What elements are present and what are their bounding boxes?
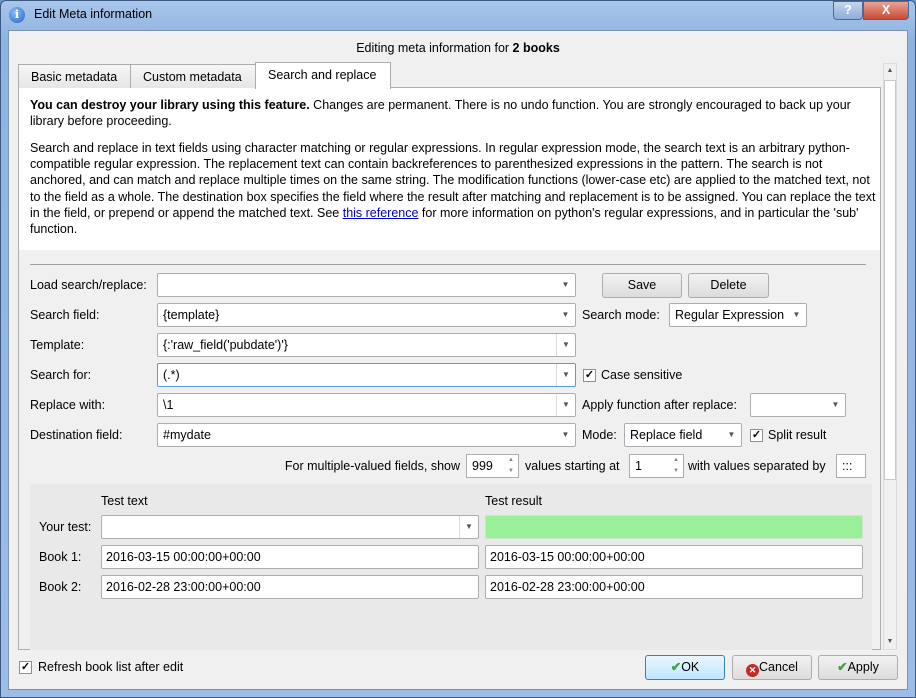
cancel-icon: ✕ bbox=[746, 664, 760, 677]
replace-label: Replace with: bbox=[30, 398, 106, 412]
apply-button[interactable]: ✔Apply bbox=[818, 655, 898, 680]
apply-function-combo[interactable]: ▼ bbox=[750, 393, 846, 417]
dialog-heading: Editing meta information for 2 books bbox=[0, 41, 916, 55]
multi-start-spinbox[interactable]: 1 ▲ ▼ bbox=[629, 454, 684, 478]
tab-basic-metadata[interactable]: Basic metadata bbox=[18, 64, 131, 88]
mode-value: Replace field bbox=[630, 428, 703, 442]
book-1-label: Book 1: bbox=[39, 550, 82, 564]
book-1-result: 2016-03-15 00:00:00+00:00 bbox=[485, 545, 863, 569]
book-count: 2 books bbox=[512, 41, 560, 55]
separator bbox=[30, 264, 866, 265]
search-field-value: {template} bbox=[163, 308, 220, 322]
cancel-label: Cancel bbox=[759, 660, 798, 674]
apply-label: Apply bbox=[847, 660, 879, 674]
template-value: {:'raw_field('pubdate')'} bbox=[163, 338, 288, 352]
chevron-down-icon[interactable]: ▼ bbox=[556, 364, 575, 386]
search-mode-value: Regular Expression bbox=[675, 308, 785, 322]
destination-label: Destination field: bbox=[30, 428, 123, 442]
chevron-down-icon: ▼ bbox=[561, 430, 570, 439]
warning-bold: You can destroy your library using this … bbox=[30, 98, 310, 112]
destination-combo[interactable]: #mydate ▼ bbox=[157, 423, 576, 447]
delete-button[interactable]: Delete bbox=[688, 273, 769, 298]
multi-start-value: 1 bbox=[635, 459, 642, 473]
replace-value: \1 bbox=[163, 398, 174, 412]
multi-count-value: 999 bbox=[472, 459, 493, 473]
spin-arrows-icon[interactable]: ▲ ▼ bbox=[669, 455, 683, 477]
chevron-down-icon: ▼ bbox=[561, 280, 570, 289]
check-icon: ✔ bbox=[670, 660, 682, 674]
search-mode-label: Search mode: bbox=[582, 308, 660, 322]
search-for-label: Search for: bbox=[30, 368, 92, 382]
cancel-button[interactable]: ✕ Cancel bbox=[732, 655, 812, 680]
reference-link[interactable]: this reference bbox=[343, 206, 419, 220]
split-result-label: Split result bbox=[768, 428, 827, 442]
window-title: Edit Meta information bbox=[34, 7, 153, 21]
ok-label: OK bbox=[681, 660, 700, 674]
your-test-input[interactable]: ▼ bbox=[101, 515, 479, 539]
load-label: Load search/replace: bbox=[30, 278, 147, 292]
chevron-down-icon: ▼ bbox=[561, 310, 570, 319]
your-test-result bbox=[485, 515, 863, 539]
scroll-thumb[interactable] bbox=[884, 80, 896, 480]
case-sensitive-label: Case sensitive bbox=[601, 368, 683, 382]
book-2-label: Book 2: bbox=[39, 580, 82, 594]
template-label: Template: bbox=[30, 338, 85, 352]
chevron-down-icon: ▼ bbox=[727, 430, 736, 439]
check-icon: ✔ bbox=[837, 660, 848, 674]
refresh-checkbox[interactable]: ✓ bbox=[19, 661, 32, 674]
destination-value: #mydate bbox=[163, 428, 211, 442]
search-field-label: Search field: bbox=[30, 308, 100, 322]
info-icon: i bbox=[9, 7, 25, 23]
apply-function-label: Apply function after replace: bbox=[582, 398, 737, 412]
book-2-result: 2016-02-28 23:00:00+00:00 bbox=[485, 575, 863, 599]
chevron-down-icon[interactable]: ▼ bbox=[459, 516, 478, 538]
book-2-text[interactable]: 2016-02-28 23:00:00+00:00 bbox=[101, 575, 479, 599]
close-button[interactable]: X bbox=[863, 1, 909, 20]
spin-arrows-icon[interactable]: ▲ ▼ bbox=[504, 455, 518, 477]
scroll-down-icon[interactable]: ▼ bbox=[884, 635, 896, 649]
mode-label: Mode: bbox=[582, 428, 617, 442]
heading-text: Editing meta information for bbox=[356, 41, 513, 55]
chevron-down-icon[interactable]: ▼ bbox=[556, 334, 575, 356]
vertical-scrollbar[interactable]: ▲ ▼ bbox=[883, 63, 897, 650]
search-field-combo[interactable]: {template} ▼ bbox=[157, 303, 576, 327]
save-button[interactable]: Save bbox=[602, 273, 682, 298]
help-button[interactable]: ? bbox=[833, 1, 863, 20]
search-mode-combo[interactable]: Regular Expression ▼ bbox=[669, 303, 807, 327]
multi-suffix: with values separated by bbox=[688, 459, 826, 473]
warning-text: You can destroy your library using this … bbox=[30, 97, 878, 129]
load-combo[interactable]: ▼ bbox=[157, 273, 576, 297]
chevron-down-icon: ▼ bbox=[792, 310, 801, 319]
search-for-value: (.*) bbox=[163, 368, 180, 382]
separator-input[interactable]: ::: bbox=[836, 454, 866, 478]
multi-prefix: For multiple-valued fields, show bbox=[284, 459, 460, 473]
your-test-label: Your test: bbox=[39, 520, 92, 534]
refresh-label: Refresh book list after edit bbox=[38, 660, 184, 674]
tab-custom-metadata[interactable]: Custom metadata bbox=[130, 64, 256, 88]
chevron-down-icon[interactable]: ▼ bbox=[556, 394, 575, 416]
multi-mid: values starting at bbox=[525, 459, 620, 473]
replace-input[interactable]: \1 ▼ bbox=[157, 393, 576, 417]
search-for-input[interactable]: (.*) ▼ bbox=[157, 363, 576, 387]
split-result-checkbox[interactable]: ✓ bbox=[750, 429, 763, 442]
ok-button[interactable]: ✔OK bbox=[645, 655, 725, 680]
book-1-text[interactable]: 2016-03-15 00:00:00+00:00 bbox=[101, 545, 479, 569]
chevron-down-icon: ▼ bbox=[831, 400, 840, 409]
mode-combo[interactable]: Replace field ▼ bbox=[624, 423, 742, 447]
test-result-header: Test result bbox=[485, 494, 542, 508]
description-text: Search and replace in text fields using … bbox=[30, 140, 878, 237]
scroll-up-icon[interactable]: ▲ bbox=[884, 64, 896, 78]
test-text-header: Test text bbox=[101, 494, 148, 508]
case-sensitive-checkbox[interactable]: ✓ bbox=[583, 369, 596, 382]
template-input[interactable]: {:'raw_field('pubdate')'} ▼ bbox=[157, 333, 576, 357]
multi-count-spinbox[interactable]: 999 ▲ ▼ bbox=[466, 454, 519, 478]
tab-search-replace[interactable]: Search and replace bbox=[255, 62, 391, 89]
